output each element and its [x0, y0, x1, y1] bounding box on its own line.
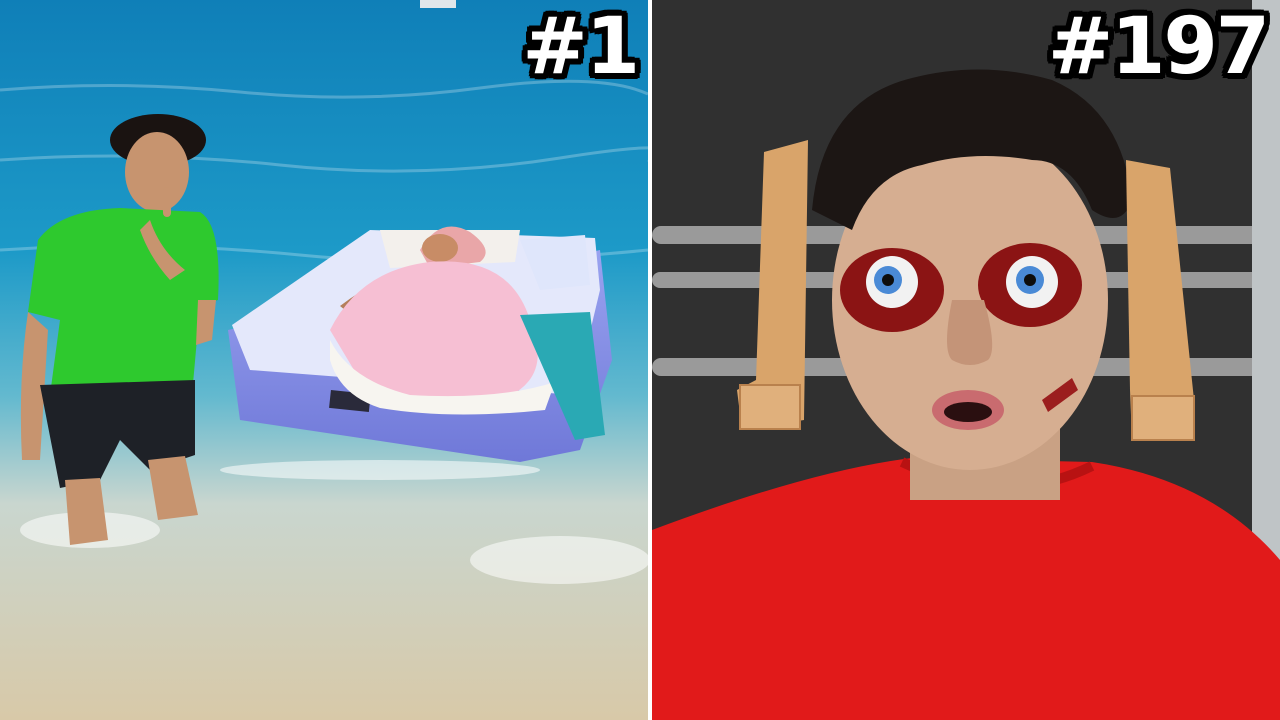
- rank-label-right: #197: [1047, 2, 1270, 92]
- beach-scene-image: [0, 0, 648, 720]
- left-panel: #1: [0, 0, 648, 720]
- video-thumbnail: #1 #197: [0, 0, 1280, 720]
- horror-scene-image: [652, 0, 1280, 720]
- rank-label-left: #1: [522, 2, 640, 92]
- eyeball-left: [866, 256, 918, 308]
- eyeball-right: [1006, 256, 1058, 308]
- boat: [420, 0, 456, 8]
- right-panel: #197: [652, 0, 1280, 720]
